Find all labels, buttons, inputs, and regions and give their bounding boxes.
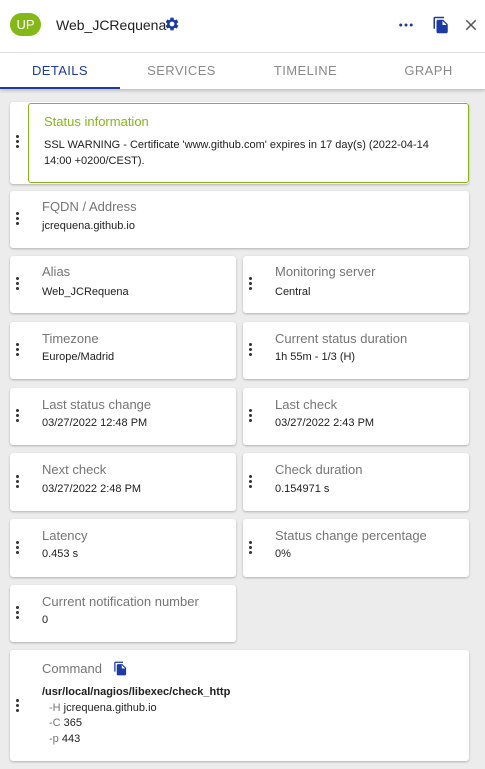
card-menu-icon[interactable] xyxy=(249,475,253,491)
close-icon[interactable] xyxy=(462,16,480,34)
command-arg: -p 443 xyxy=(49,733,80,745)
status-badge: UP xyxy=(10,13,41,36)
last-status-change-value: 03/27/2022 12:48 PM xyxy=(42,417,148,429)
alias-value: Web_JCRequena xyxy=(42,286,129,298)
more-options-icon[interactable] xyxy=(397,16,415,34)
command-title: Command xyxy=(42,661,102,676)
monitoring-server-card: Monitoring server Central xyxy=(243,256,469,313)
fqdn-value: jcrequena.github.io xyxy=(42,220,135,232)
timezone-value: Europe/Madrid xyxy=(42,351,115,363)
last-check-card: Last check 03/27/2022 2:43 PM xyxy=(243,388,469,445)
last-check-value: 03/27/2022 2:43 PM xyxy=(275,417,375,429)
card-menu-icon[interactable] xyxy=(16,212,20,228)
current-notification-number-title: Current notification number xyxy=(42,594,199,609)
check-duration-title: Check duration xyxy=(275,462,363,477)
status-change-percentage-card: Status change percentage 0% xyxy=(243,519,469,577)
command-arg-flag: -H xyxy=(49,702,61,714)
latency-value: 0.453 s xyxy=(42,548,79,560)
command-arg-flag: -C xyxy=(49,717,61,729)
panel-header: UP Web_JCRequena xyxy=(0,0,485,52)
latency-card: Latency 0.453 s xyxy=(10,519,236,577)
current-notification-number-card: Current notification number 0 xyxy=(10,585,236,642)
host-name[interactable]: Web_JCRequena xyxy=(56,17,166,33)
fqdn-title: FQDN / Address xyxy=(42,199,137,214)
copy-icon[interactable] xyxy=(432,15,450,35)
command-card: Command /usr/local/nagios/libexec/check_… xyxy=(10,650,469,761)
command-arg-value: 365 xyxy=(63,717,83,729)
tab-graph[interactable]: GRAPH xyxy=(368,53,485,89)
copy-command-icon[interactable] xyxy=(113,660,128,677)
tab-timeline[interactable]: TIMELINE xyxy=(245,53,366,89)
card-menu-icon[interactable] xyxy=(16,541,20,557)
check-duration-value: 0.154971 s xyxy=(275,483,330,495)
status-change-percentage-title: Status change percentage xyxy=(275,528,427,543)
fqdn-card: FQDN / Address jcrequena.github.io xyxy=(10,191,469,248)
card-menu-icon[interactable] xyxy=(249,409,253,425)
current-status-duration-title: Current status duration xyxy=(275,331,408,346)
next-check-card: Next check 03/27/2022 2:48 PM xyxy=(10,453,236,511)
timezone-card: Timezone Europe/Madrid xyxy=(10,322,236,379)
command-path: /usr/local/nagios/libexec/check_http xyxy=(42,686,231,698)
timezone-title: Timezone xyxy=(42,331,99,346)
latency-title: Latency xyxy=(42,528,88,543)
last-check-title: Last check xyxy=(275,397,338,412)
tab-services[interactable]: SERVICES xyxy=(121,53,242,89)
last-status-change-title: Last status change xyxy=(42,397,152,412)
card-menu-icon[interactable] xyxy=(16,409,20,425)
command-arg-value: jcrequena.github.io xyxy=(63,702,157,714)
tab-bar: DETAILS SERVICES TIMELINE GRAPH xyxy=(0,52,485,89)
tab-details[interactable]: DETAILS xyxy=(0,53,120,89)
card-menu-icon[interactable] xyxy=(249,277,253,293)
current-notification-number-value: 0 xyxy=(42,614,49,626)
status-information-title: Status information xyxy=(44,114,149,129)
command-arg-flag: -p xyxy=(49,733,59,745)
status-information-box: Status information SSL WARNING - Certifi… xyxy=(28,103,469,183)
card-menu-icon[interactable] xyxy=(249,541,253,557)
card-menu-icon[interactable] xyxy=(16,606,20,622)
check-duration-card: Check duration 0.154971 s xyxy=(243,453,469,511)
monitoring-server-title: Monitoring server xyxy=(275,264,376,279)
last-status-change-card: Last status change 03/27/2022 12:48 PM xyxy=(10,388,236,445)
active-tab-indicator xyxy=(0,87,120,89)
current-status-duration-card: Current status duration 1h 55m - 1/3 (H) xyxy=(243,322,469,379)
card-menu-icon[interactable] xyxy=(16,475,20,491)
card-menu-icon[interactable] xyxy=(16,277,20,293)
gear-icon[interactable] xyxy=(164,16,180,32)
command-arg: -H jcrequena.github.io xyxy=(49,702,157,714)
card-menu-icon[interactable] xyxy=(16,135,20,151)
card-menu-icon[interactable] xyxy=(16,343,20,359)
command-arg-value: 443 xyxy=(61,733,81,745)
card-menu-icon[interactable] xyxy=(249,343,253,359)
current-status-duration-value: 1h 55m - 1/3 (H) xyxy=(275,351,356,363)
command-arg: -C 365 xyxy=(49,717,82,729)
next-check-value: 03/27/2022 2:48 PM xyxy=(42,483,142,495)
next-check-title: Next check xyxy=(42,462,107,477)
status-information-text: SSL WARNING - Certificate 'www.github.co… xyxy=(44,139,429,167)
alias-title: Alias xyxy=(42,264,71,279)
card-menu-icon[interactable] xyxy=(16,699,20,715)
alias-card: Alias Web_JCRequena xyxy=(10,256,236,313)
status-change-percentage-value: 0% xyxy=(275,548,291,560)
monitoring-server-value: Central xyxy=(275,286,311,298)
